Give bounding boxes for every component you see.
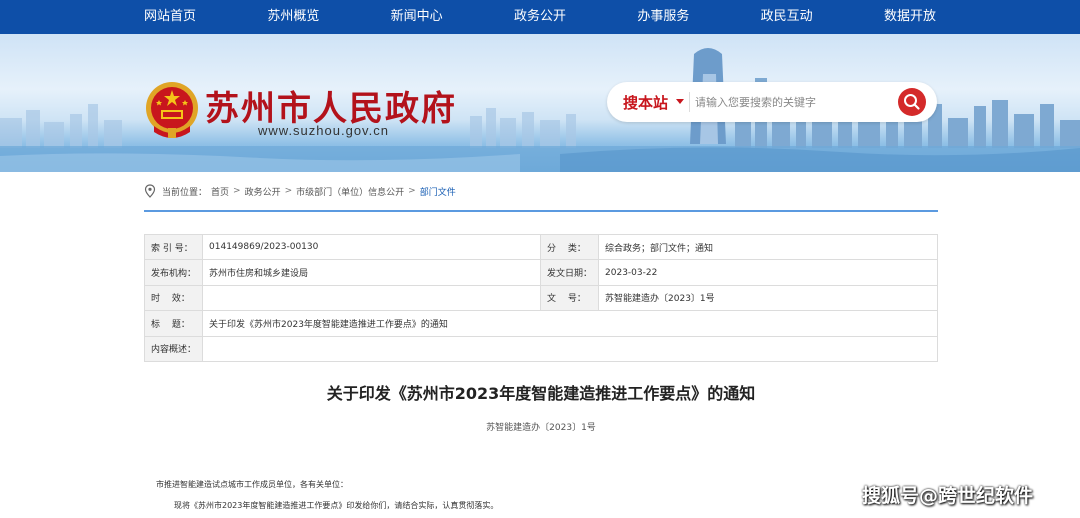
breadcrumb-separator: > — [233, 186, 241, 196]
header-banner: 苏州市人民政府 www.suzhou.gov.cn 搜本站 — [0, 34, 1080, 172]
document-title: 关于印发《苏州市2023年度智能建造推进工作要点》的通知 — [326, 384, 756, 403]
nav-item[interactable]: 政务公开 — [490, 0, 590, 34]
nav-item[interactable]: 办事服务 — [613, 0, 713, 34]
top-navigation: 网站首页 苏州概览 新闻中心 政务公开 办事服务 政民互动 数据开放 — [0, 0, 1080, 34]
national-emblem-icon — [146, 82, 198, 138]
nav-item[interactable]: 网站首页 — [120, 0, 220, 34]
document-paragraph: 现将《苏州市2023年度智能建造推进工作要点》印发给你们，请结合实际，认真贯彻落… — [174, 501, 499, 510]
nav-item[interactable]: 政民互动 — [737, 0, 837, 34]
table-row: 时 效： 文 号： 苏智能建造办〔2023〕1号 — [143, 284, 938, 312]
search-box: 搜本站 — [607, 82, 937, 122]
breadcrumb-item-gov-affairs[interactable]: 政务公开 — [245, 185, 281, 198]
table-row: 发布机构： 苏州市住房和城乡建设局 发文日期： 2023-03-22 — [143, 259, 938, 286]
index-number-value: 014149869/2023-00130 — [202, 233, 542, 261]
title-label: 标 题： — [143, 310, 204, 337]
validity-label: 时 效： — [143, 284, 204, 312]
title-value: 关于印发《苏州市2023年度智能建造推进工作要点》的通知 — [202, 310, 938, 337]
doc-number-value: 苏智能建造办〔2023〕1号 — [598, 284, 938, 312]
category-label: 分 类： — [540, 233, 600, 261]
summary-value — [202, 335, 938, 362]
breadcrumb-item-home[interactable]: 首页 — [211, 185, 229, 198]
breadcrumb-item-city-departments[interactable]: 市级部门（单位）信息公开 — [296, 185, 404, 198]
search-button[interactable] — [898, 88, 926, 116]
table-row: 标 题： 关于印发《苏州市2023年度智能建造推进工作要点》的通知 — [143, 310, 938, 337]
summary-label: 内容概述： — [143, 335, 204, 362]
watermark-text: 搜狐号@跨世纪软件 — [862, 485, 1034, 507]
search-divider — [689, 92, 690, 112]
chevron-down-icon[interactable] — [676, 99, 684, 104]
document-info-table: 索 引 号： 014149869/2023-00130 分 类： 综合政务；部门… — [143, 233, 938, 362]
document-number: 苏智能建造办〔2023〕1号 — [486, 423, 596, 433]
table-row: 内容概述： — [143, 335, 938, 362]
breadcrumb-prefix: 当前位置： — [162, 187, 208, 198]
search-input[interactable] — [695, 91, 895, 113]
site-url: www.suzhou.gov.cn — [258, 123, 389, 138]
breadcrumb-separator: > — [284, 186, 293, 196]
document-salutation: 市推进智能建造试点城市工作成员单位，各有关单位： — [156, 480, 348, 489]
breadcrumb: 当前位置： 首页 > 政务公开 > 市级部门（单位）信息公开 > 部门文件 — [144, 182, 460, 200]
breadcrumb-item-department-docs[interactable]: 部门文件 — [420, 185, 456, 198]
location-pin-icon — [144, 184, 156, 198]
breadcrumb-divider — [144, 210, 938, 212]
nav-menu: 网站首页 苏州概览 新闻中心 政务公开 办事服务 政民互动 数据开放 — [120, 0, 960, 34]
nav-item[interactable]: 苏州概览 — [243, 0, 343, 34]
search-icon — [904, 94, 920, 110]
issue-date-label: 发文日期： — [540, 259, 600, 286]
nav-item[interactable]: 新闻中心 — [367, 0, 467, 34]
index-number-label: 索 引 号： — [143, 233, 204, 261]
publisher-label: 发布机构： — [143, 259, 204, 286]
doc-number-label: 文 号： — [540, 284, 600, 312]
publisher-value: 苏州市住房和城乡建设局 — [202, 259, 542, 286]
table-row: 索 引 号： 014149869/2023-00130 分 类： 综合政务；部门… — [143, 233, 938, 261]
nav-item[interactable]: 数据开放 — [860, 0, 960, 34]
search-scope-label[interactable]: 搜本站 — [623, 92, 668, 113]
breadcrumb-separator: > — [408, 186, 416, 196]
category-value: 综合政务；部门文件；通知 — [598, 233, 938, 261]
issue-date-value: 2023-03-22 — [598, 259, 938, 286]
validity-value — [202, 284, 542, 312]
